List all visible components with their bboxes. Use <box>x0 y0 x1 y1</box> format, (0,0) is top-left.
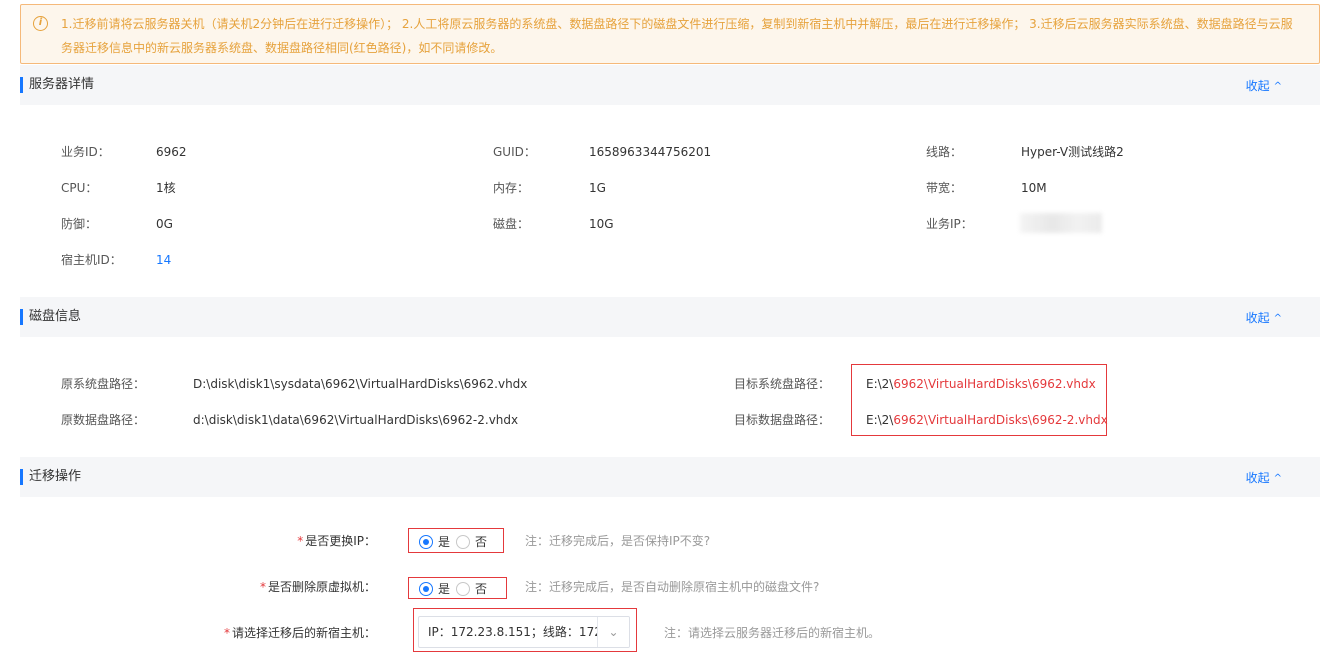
chevron-up-icon: ^ <box>1273 81 1282 92</box>
memory-value: 1G <box>589 181 606 195</box>
src-sys-disk-label: 原系统盘路径： <box>61 377 146 391</box>
guid-value: 1658963344756201 <box>589 145 712 159</box>
dst-data-disk-label: 目标数据盘路径： <box>734 413 831 427</box>
business-ip-label: 业务IP： <box>926 217 973 231</box>
delete-vm-label-text: 是否删除原虚拟机： <box>267 580 376 594</box>
dst-data-prefix: E:\2\ <box>866 413 894 427</box>
collapse-label: 收起 <box>1245 79 1270 93</box>
change-ip-yes-text: 是 <box>438 535 451 549</box>
delete-vm-no-radio[interactable] <box>456 581 471 596</box>
disk-size-label: 磁盘： <box>493 217 530 231</box>
collapse-migrate-button[interactable]: 收起 ^ <box>1246 470 1282 488</box>
delete-vm-radio-group: 是否 <box>419 580 493 597</box>
chevron-up-icon: ^ <box>1273 473 1282 484</box>
business-ip-redacted <box>1020 213 1102 233</box>
change-ip-label: * 是否更换IP： <box>297 534 376 548</box>
host-id-link[interactable]: 14 <box>156 252 171 268</box>
change-ip-note: 注：迁移完成后，是否保持IP不变? <box>525 534 711 548</box>
section-migrate: 迁移操作 收起 ^ <box>20 457 1320 497</box>
delete-vm-label: * 是否删除原虚拟机： <box>259 580 376 594</box>
src-data-disk-label: 原数据盘路径： <box>61 413 146 427</box>
chevron-down-icon[interactable]: ⌄ <box>597 617 629 647</box>
dst-data-red-path: 6962\VirtualHardDisks\6962-2.vhdx <box>893 413 1108 427</box>
dst-sys-disk-path: E:\2\6962\VirtualHardDisks\6962.vhdx <box>866 376 1096 392</box>
new-host-note: 注：请选择云服务器迁移后的新宿主机。 <box>664 626 881 640</box>
dst-sys-red-path: 6962\VirtualHardDisks\6962.vhdx <box>893 377 1096 391</box>
dst-sys-prefix: E:\2\ <box>866 377 894 391</box>
delete-vm-yes-text: 是 <box>438 582 451 596</box>
collapse-label: 收起 <box>1245 311 1270 325</box>
delete-vm-yes-radio[interactable] <box>419 581 433 596</box>
src-data-disk-path: d:\disk\disk1\data\6962\VirtualHardDisks… <box>193 413 519 427</box>
cpu-value: 1核 <box>156 181 176 195</box>
src-sys-disk-path: D:\disk\disk1\sysdata\6962\VirtualHardDi… <box>193 377 528 391</box>
change-ip-no-radio[interactable] <box>456 534 471 549</box>
change-ip-radio-group: 是否 <box>419 533 493 550</box>
section-title-server: 服务器详情 <box>29 77 95 92</box>
section-marker <box>20 469 23 485</box>
delete-vm-no-text: 否 <box>475 582 488 596</box>
change-ip-no-text: 否 <box>475 535 488 549</box>
line-value: Hyper-V测试线路2 <box>1021 145 1124 159</box>
new-host-select[interactable]: IP：172.23.8.151；线路：172. ⌄ <box>418 616 630 648</box>
section-title-disk: 磁盘信息 <box>29 309 82 324</box>
disk-size-value: 10G <box>589 217 614 231</box>
bandwidth-value: 10M <box>1021 181 1047 195</box>
business-id-value: 6962 <box>156 145 187 159</box>
section-server-details: 服务器详情 收起 ^ <box>20 65 1320 105</box>
change-ip-label-text: 是否更换IP： <box>305 534 376 548</box>
collapse-server-button[interactable]: 收起 ^ <box>1246 78 1282 96</box>
bandwidth-label: 带宽： <box>926 181 963 195</box>
change-ip-yes-radio[interactable] <box>419 534 433 549</box>
section-title-migrate: 迁移操作 <box>29 469 82 484</box>
section-marker <box>20 309 23 325</box>
collapse-label: 收起 <box>1245 471 1270 485</box>
new-host-label: * 请选择迁移后的新宿主机： <box>223 626 376 640</box>
dst-sys-disk-label: 目标系统盘路径： <box>734 377 831 391</box>
notice-text: 1.迁移前请将云服务器关机（请关机2分钟后在进行迁移操作）； 2.人工将原云服务… <box>61 17 1293 55</box>
chevron-up-icon: ^ <box>1273 313 1282 324</box>
business-id-label: 业务ID： <box>61 145 110 159</box>
cpu-label: CPU： <box>61 181 98 195</box>
section-disk-info: 磁盘信息 收起 ^ <box>20 297 1320 337</box>
migration-notice: i 1.迁移前请将云服务器关机（请关机2分钟后在进行迁移操作）； 2.人工将原云… <box>20 4 1320 64</box>
defense-label: 防御： <box>61 217 98 231</box>
section-marker <box>20 77 23 93</box>
guid-label: GUID： <box>493 145 536 159</box>
dst-data-disk-path: E:\2\6962\VirtualHardDisks\6962-2.vhdx <box>866 412 1108 428</box>
collapse-disk-button[interactable]: 收起 ^ <box>1246 310 1282 328</box>
new-host-selected-value: IP：172.23.8.151；线路：172. <box>428 625 606 639</box>
host-id-label: 宿主机ID： <box>61 253 122 267</box>
defense-value: 0G <box>156 217 173 231</box>
line-label: 线路： <box>926 145 963 159</box>
memory-label: 内存： <box>493 181 530 195</box>
new-host-label-text: 请选择迁移后的新宿主机： <box>231 626 376 640</box>
delete-vm-note: 注：迁移完成后，是否自动删除原宿主机中的磁盘文件? <box>525 580 820 594</box>
warning-icon: i <box>33 16 48 31</box>
